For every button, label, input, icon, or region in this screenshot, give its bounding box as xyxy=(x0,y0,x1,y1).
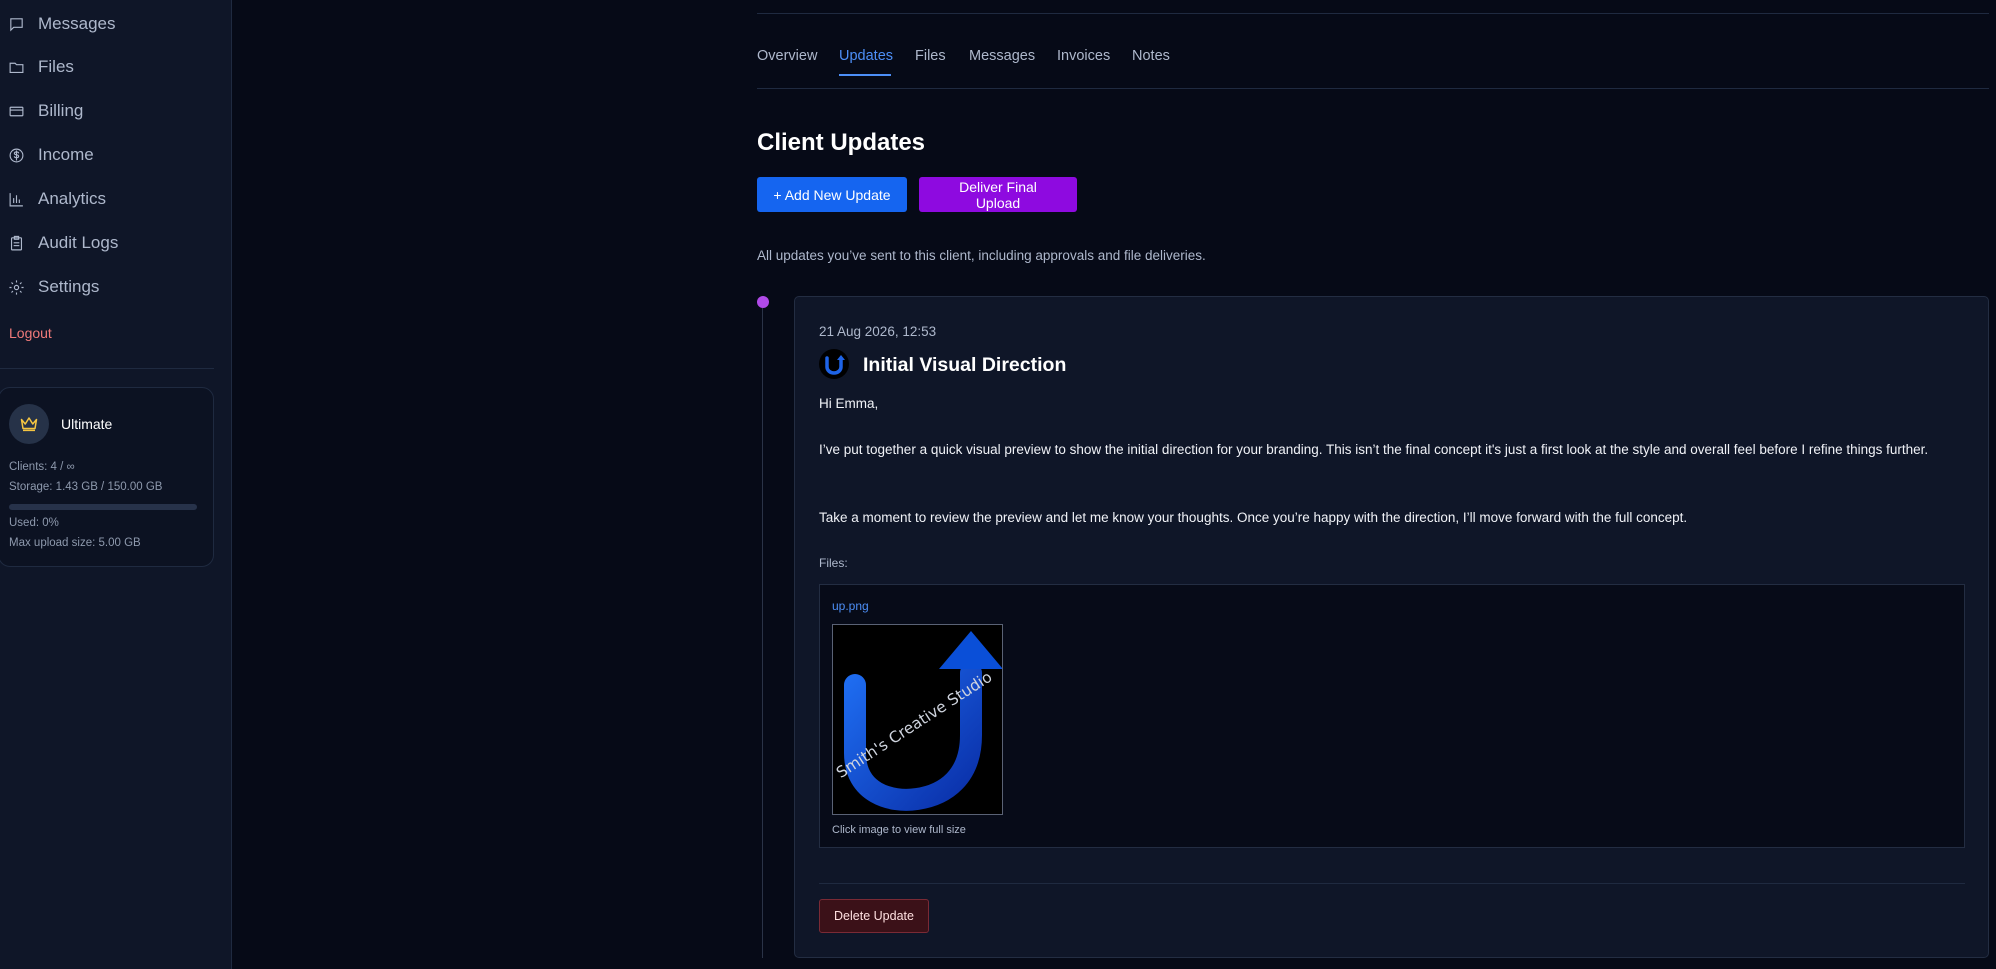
sidebar: Messages Files Billing Income Analytics … xyxy=(0,0,232,969)
folder-icon xyxy=(9,62,24,73)
tab-messages[interactable]: Messages xyxy=(969,48,1035,64)
sidebar-item-label: Settings xyxy=(38,277,100,296)
studio-logo-icon xyxy=(819,349,849,379)
sidebar-item-label: Billing xyxy=(38,101,84,120)
plan-max-upload: Max upload size: 5.00 GB xyxy=(9,537,141,549)
update-paragraph: Take a moment to review the preview and … xyxy=(819,510,1688,525)
sidebar-item-label: Messages xyxy=(38,14,116,33)
sidebar-item-analytics[interactable]: Analytics xyxy=(8,184,106,214)
sidebar-item-files[interactable]: Files xyxy=(8,52,74,82)
tab-files[interactable]: Files xyxy=(915,48,946,64)
file-attachment: up.png Smith's Creative Studio Click ima… xyxy=(819,584,1965,848)
logo-preview-image: Smith's Creative Studio xyxy=(833,631,1002,811)
file-name-link[interactable]: up.png xyxy=(832,599,869,613)
dollar-circle-icon xyxy=(9,148,24,162)
files-label: Files: xyxy=(819,556,848,570)
tab-notes[interactable]: Notes xyxy=(1132,48,1170,64)
update-title: Initial Visual Direction xyxy=(863,354,1067,376)
update-date: 21 Aug 2026, 12:53 xyxy=(819,324,937,339)
delete-update-button[interactable]: Delete Update xyxy=(819,899,929,933)
timeline-dot xyxy=(757,296,769,308)
update-greeting: Hi Emma, xyxy=(819,396,879,411)
plan-storage: Storage: 1.43 GB / 150.00 GB xyxy=(9,481,163,493)
deliver-final-upload-button[interactable]: Deliver Final Upload xyxy=(919,177,1077,212)
update-card: 21 Aug 2026, 12:53 Initial Visual Direct… xyxy=(794,296,1989,958)
sidebar-item-audit-logs[interactable]: Audit Logs xyxy=(8,228,118,258)
credit-card-icon xyxy=(9,106,24,116)
file-thumbnail[interactable]: Smith's Creative Studio xyxy=(832,624,1003,815)
sidebar-item-income[interactable]: Income xyxy=(8,140,94,170)
page-description: All updates you’ve sent to this client, … xyxy=(757,248,1206,263)
sidebar-item-settings[interactable]: Settings xyxy=(8,272,99,302)
plan-name: Ultimate xyxy=(61,416,113,432)
plan-avatar xyxy=(9,404,49,444)
plan-card: Ultimate Clients: 4 / ∞ Storage: 1.43 GB… xyxy=(0,387,214,567)
active-tab-indicator xyxy=(839,74,891,76)
sidebar-item-label: Income xyxy=(38,145,94,164)
bar-chart-icon xyxy=(9,192,23,206)
plan-used: Used: 0% xyxy=(9,517,59,529)
sidebar-item-label: Files xyxy=(38,57,74,76)
tab-invoices[interactable]: Invoices xyxy=(1057,48,1110,64)
thumbnail-caption: Click image to view full size xyxy=(832,824,966,836)
tab-overview[interactable]: Overview xyxy=(757,48,817,64)
sidebar-item-messages[interactable]: Messages xyxy=(8,9,115,39)
tabs-divider xyxy=(757,88,1989,89)
tab-updates[interactable]: Updates xyxy=(839,48,893,64)
crown-icon xyxy=(20,417,38,432)
update-paragraph: I’ve put together a quick visual preview… xyxy=(819,442,1929,457)
sidebar-item-label: Audit Logs xyxy=(38,233,119,252)
sidebar-divider xyxy=(0,368,214,369)
plan-clients: Clients: 4 / ∞ xyxy=(9,461,75,473)
logout-link[interactable]: Logout xyxy=(9,325,52,341)
card-divider xyxy=(819,883,1965,884)
sidebar-item-billing[interactable]: Billing xyxy=(8,96,83,126)
timeline-line xyxy=(762,308,763,958)
add-new-update-button[interactable]: + Add New Update xyxy=(757,177,907,212)
message-icon xyxy=(10,17,23,32)
storage-progress-bar xyxy=(9,504,197,510)
gear-icon xyxy=(9,279,24,295)
sidebar-item-label: Analytics xyxy=(38,189,107,208)
page-title: Client Updates xyxy=(757,129,926,156)
clipboard-icon xyxy=(10,235,23,250)
header-divider xyxy=(757,13,1989,14)
